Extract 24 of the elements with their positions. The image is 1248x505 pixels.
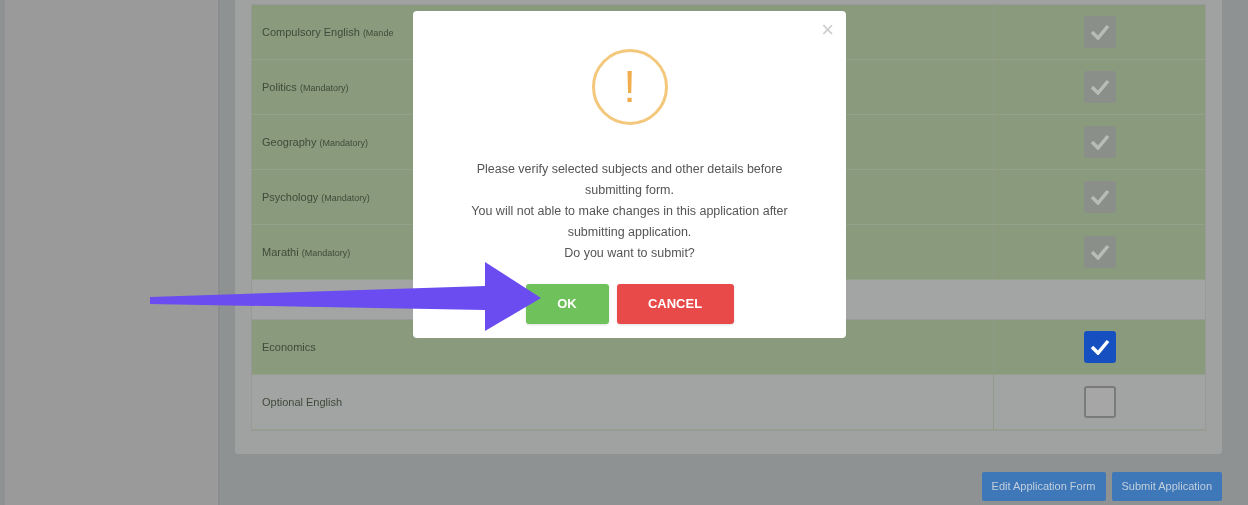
checkmark-icon	[1089, 134, 1110, 150]
dialog-message: Do you want to submit?	[564, 245, 695, 262]
subject-name: Psychology (Mandatory)	[262, 191, 370, 203]
dialog-message: You will not able to make changes in this application after submitting application.	[470, 203, 789, 241]
checkbox[interactable]	[1083, 386, 1116, 418]
subject-name: Optional English	[262, 396, 343, 408]
checkbox[interactable]	[1083, 331, 1116, 363]
ok-button[interactable]: OK	[525, 284, 609, 324]
warning-icon: !	[591, 49, 668, 125]
subject-name: Politics (Mandatory)	[262, 81, 349, 93]
subject-name: Economics	[262, 341, 316, 353]
action-button[interactable]: Edit Application Form	[981, 472, 1106, 501]
checkmark-icon	[1089, 24, 1110, 40]
cancel-button[interactable]: CANCEL	[616, 284, 734, 324]
action-button[interactable]: Submit Application	[1111, 472, 1222, 501]
checkmark-icon	[1089, 189, 1110, 205]
checkmark-icon	[1089, 79, 1110, 95]
close-button[interactable]: ×	[821, 19, 834, 41]
subject-name: Compulsory English (Mande	[262, 26, 394, 38]
checkmark-icon	[1089, 244, 1110, 260]
checkmark-icon	[1089, 339, 1110, 355]
dialog-message: Please verify selected subjects and other details before submitting form.	[475, 161, 784, 199]
subject-name: Marathi (Mandatory)	[262, 246, 351, 258]
subject-name: Geography (Mandatory)	[262, 136, 368, 148]
